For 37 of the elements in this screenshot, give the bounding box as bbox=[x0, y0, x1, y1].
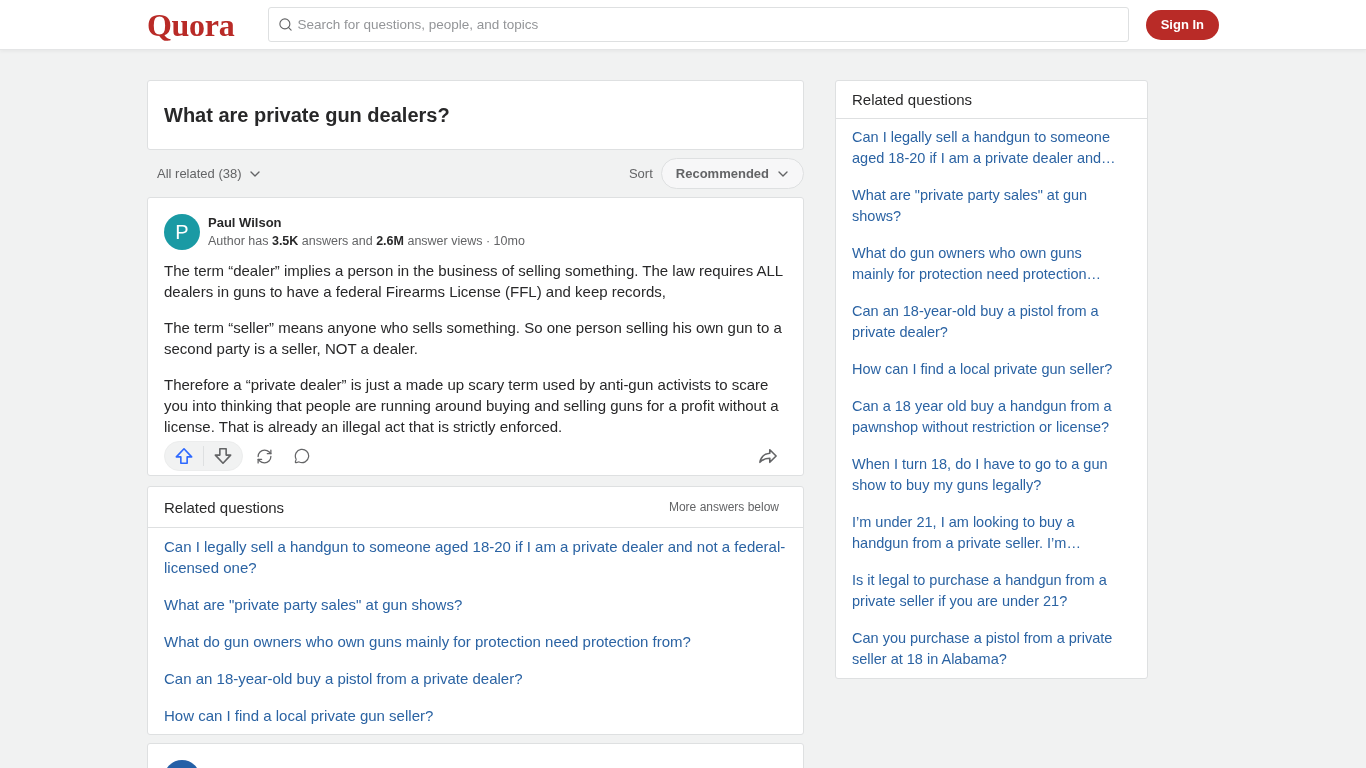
more-answers-note: More answers below bbox=[668, 500, 779, 514]
related-question-link[interactable]: What are "private party sales" at gun shows? bbox=[836, 177, 1147, 235]
related-question-link[interactable]: What are "private party sales" at gun shows? bbox=[148, 586, 803, 623]
sign-in-button[interactable]: Sign In bbox=[1145, 9, 1219, 40]
author-credentials: Author has 3.5K answers and 2.6M answer views · 10mo bbox=[208, 233, 525, 250]
answer-paragraph: Therefore a “private dealer” is just a made up scary term used by anti-gun activists to scare you into thinking that people are running around buying and selling guns for a profit without a license. That is already an illegal act that is strictly enforced. bbox=[164, 375, 780, 437]
question-title: What are private gun dealers? bbox=[164, 103, 451, 128]
share-icon bbox=[759, 447, 777, 465]
related-question-link[interactable]: What do gun owners who own guns mainly for protection need protection from? bbox=[148, 623, 803, 660]
search-icon bbox=[278, 17, 294, 32]
sort-label: Sort bbox=[628, 166, 653, 181]
related-question-link[interactable]: Can I legally sell a handgun to someone aged 18-20 if I am a private dealer and… bbox=[836, 119, 1147, 177]
related-question-link[interactable]: Can an 18-year-old buy a pistol from a private dealer? bbox=[148, 660, 803, 697]
downvote-icon bbox=[214, 447, 232, 465]
related-filter-dropdown[interactable]: All related (38) bbox=[147, 158, 273, 189]
related-question-link[interactable]: When I turn 18, do I have to go to a gun show to buy my guns legally? bbox=[836, 446, 1147, 504]
answer-paragraph: The term “seller” means anyone who sells something. So one person selling his own gun to a second party is a seller, NOT a dealer. bbox=[164, 318, 783, 359]
search-field[interactable]: Search for questions, people, and topics bbox=[268, 7, 1129, 42]
related-question-link[interactable]: I’m under 21, I am looking to buy a handgun from a private seller. I’m… bbox=[836, 504, 1147, 562]
logo[interactable]: Quora bbox=[147, 8, 235, 41]
related-question-link[interactable]: Can you purchase a pistol from a private seller at 18 in Alabama? bbox=[836, 620, 1147, 678]
answer-paragraph: The term “dealer” implies a person in the business of selling something. The law requires ALL dealers in guns to have a federal Firearms License (FFL) and keep records, bbox=[164, 261, 784, 302]
related-question-link[interactable]: Can I legally sell a handgun to someone aged 18-20 if I am a private dealer and not a federal-licensed one? bbox=[148, 528, 803, 586]
upvote-icon bbox=[175, 447, 193, 465]
related-questions-title: Related questions bbox=[164, 498, 285, 516]
comment-icon bbox=[294, 448, 310, 464]
avatar[interactable]: P bbox=[164, 214, 200, 250]
related-question-link[interactable]: How can I find a local private gun seller? bbox=[836, 351, 1147, 388]
related-question-link[interactable]: How can I find a local private gun seller? bbox=[148, 697, 803, 734]
sidebar-title: Related questions bbox=[852, 91, 973, 108]
related-question-link[interactable]: Is it legal to purchase a handgun from a private seller if you are under 21? bbox=[836, 562, 1147, 620]
related-question-link[interactable]: Can an 18-year-old buy a pistol from a private dealer? bbox=[836, 293, 1147, 351]
author-name[interactable]: Paul Wilson bbox=[208, 214, 525, 231]
sort-dropdown[interactable]: Recommended bbox=[660, 158, 804, 189]
related-question-link[interactable]: Can a 18 year old buy a handgun from a pawnshop without restriction or license? bbox=[836, 388, 1147, 446]
related-question-link[interactable]: What do gun owners who own guns mainly for protection need protection… bbox=[836, 235, 1147, 293]
refresh-icon bbox=[255, 447, 273, 465]
